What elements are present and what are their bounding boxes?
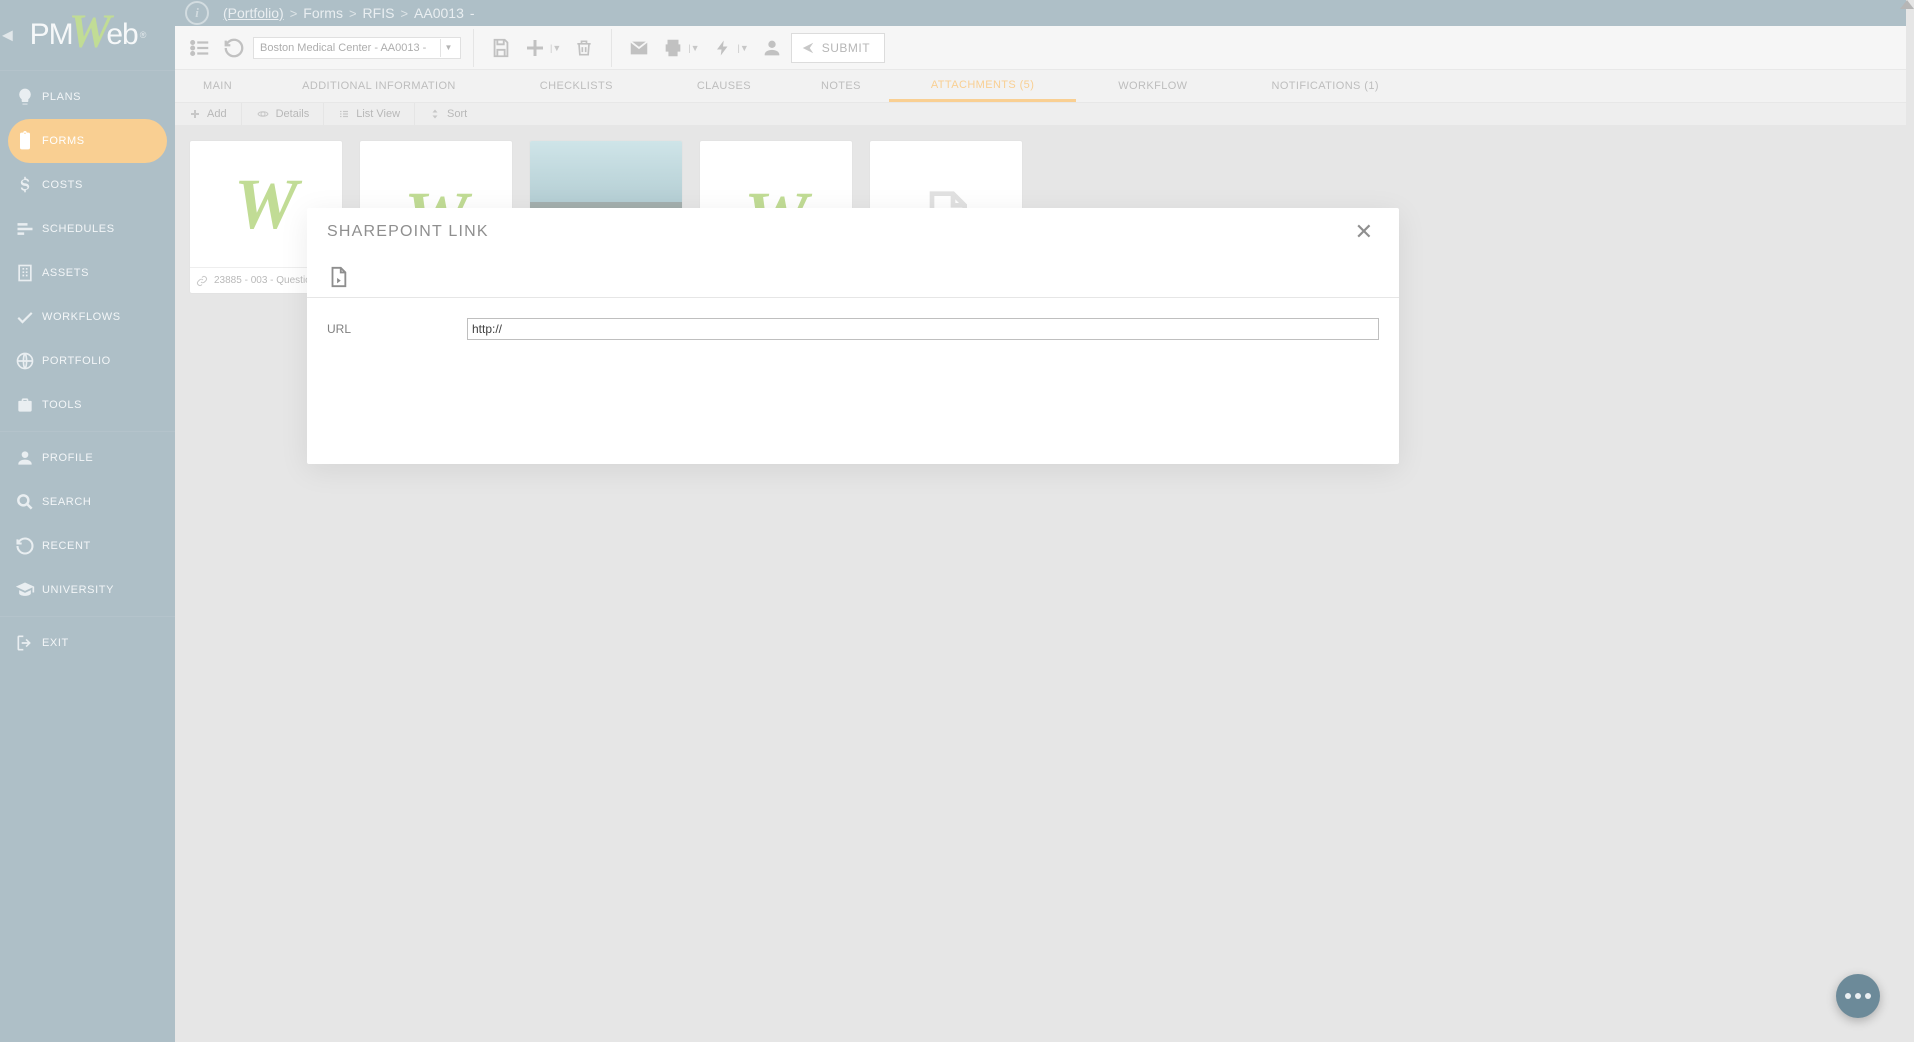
url-input[interactable] xyxy=(467,318,1379,340)
document-export-icon[interactable] xyxy=(327,265,349,289)
fab-more[interactable] xyxy=(1836,974,1880,1018)
close-icon[interactable]: ✕ xyxy=(1349,215,1379,249)
dot-icon xyxy=(1865,993,1871,999)
modal-toolbar xyxy=(307,256,1399,298)
url-label: URL xyxy=(327,322,447,336)
dot-icon xyxy=(1845,993,1851,999)
dot-icon xyxy=(1855,993,1861,999)
modal-title: SHAREPOINT LINK xyxy=(327,223,489,241)
sharepoint-link-modal: SHAREPOINT LINK ✕ URL xyxy=(307,208,1399,464)
modal-overlay[interactable] xyxy=(0,0,1914,1042)
